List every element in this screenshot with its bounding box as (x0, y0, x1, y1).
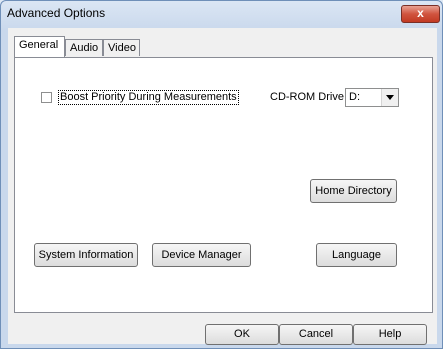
device-manager-label: Device Manager (161, 249, 242, 261)
tab-video-label: Video (108, 42, 136, 54)
chevron-down-icon[interactable] (381, 89, 398, 106)
close-icon: x (417, 6, 424, 20)
boost-priority-label[interactable]: Boost Priority During Measurements (58, 90, 239, 105)
advanced-options-window: Advanced Options x General Audio Video B… (0, 0, 443, 349)
device-manager-button[interactable]: Device Manager (152, 243, 251, 267)
home-directory-button[interactable]: Home Directory (310, 179, 397, 203)
tab-audio[interactable]: Audio (65, 39, 103, 56)
system-information-label: System Information (38, 249, 134, 261)
system-information-button[interactable]: System Information (34, 243, 138, 267)
tab-general[interactable]: General (14, 36, 65, 57)
dialog-client-area: General Audio Video Boost Priority Durin… (8, 28, 437, 345)
cdrom-drive-value: D: (349, 91, 360, 103)
home-directory-label: Home Directory (315, 185, 392, 197)
cdrom-drive-select[interactable]: D: (345, 88, 399, 107)
language-label: Language (332, 249, 381, 261)
close-button[interactable]: x (401, 5, 440, 23)
window-title: Advanced Options (7, 6, 106, 20)
help-label: Help (378, 328, 402, 340)
cdrom-drive-label: CD-ROM Drive: (270, 91, 347, 103)
cancel-label: Cancel (298, 328, 334, 340)
tab-video[interactable]: Video (103, 39, 140, 56)
ok-label: OK (234, 328, 250, 340)
help-button[interactable]: Help (353, 324, 427, 345)
boost-priority-checkbox[interactable] (41, 92, 52, 103)
tab-audio-label: Audio (70, 42, 99, 54)
tab-general-label: General (19, 39, 59, 51)
title-bar[interactable]: Advanced Options x (1, 1, 442, 27)
cancel-button[interactable]: Cancel (279, 324, 353, 345)
language-button[interactable]: Language (316, 243, 397, 267)
ok-button[interactable]: OK (205, 324, 279, 345)
